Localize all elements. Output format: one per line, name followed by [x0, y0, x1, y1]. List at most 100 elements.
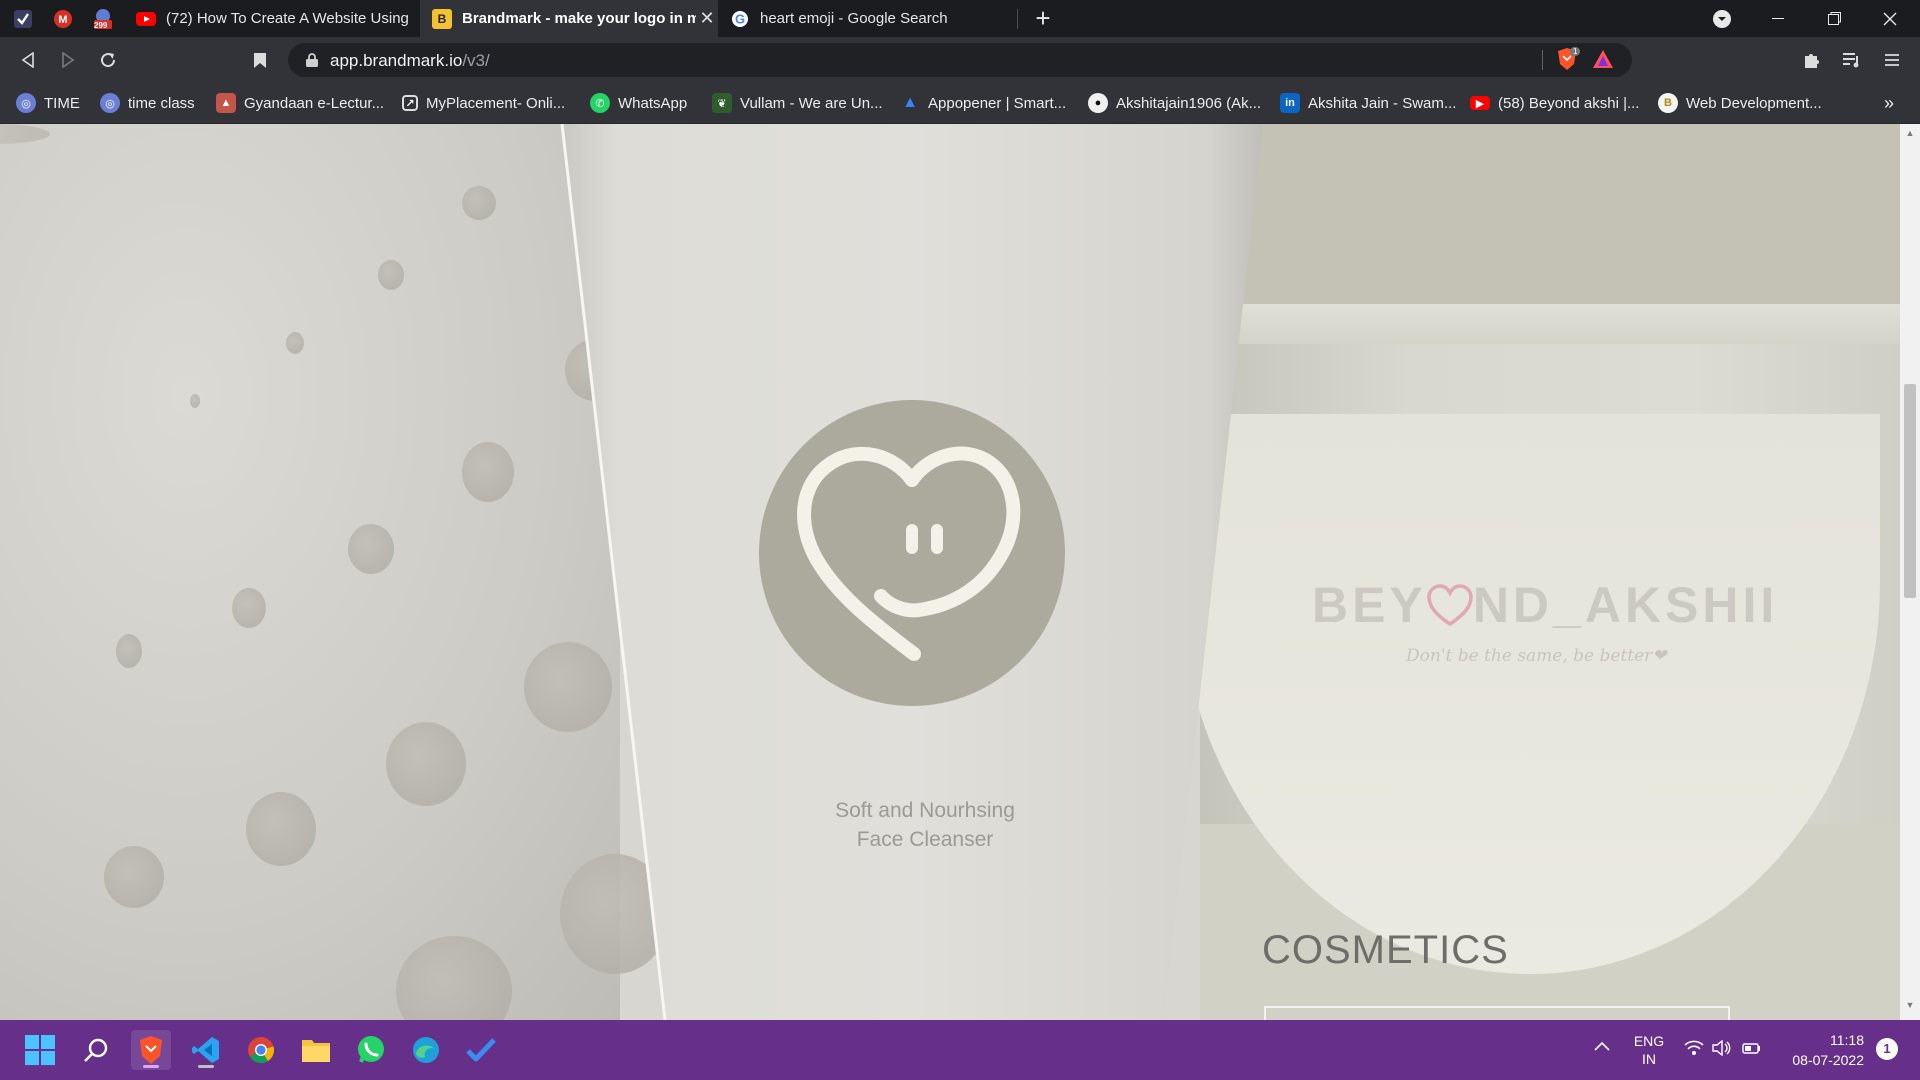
backdrop-dot: [104, 846, 164, 908]
bookmark-linkedin[interactable]: in Akshita Jain - Swam...: [1280, 83, 1456, 123]
bookmark-time-class[interactable]: ◎ time class: [100, 83, 195, 123]
bookmark-label: time class: [128, 94, 195, 112]
battery-status[interactable]: [1742, 1040, 1762, 1059]
close-window-button[interactable]: [1862, 0, 1918, 37]
brand-name-part: ND_AKSHII: [1472, 577, 1779, 633]
browser-toolbar: app.brandmark.io/v3/ 1: [0, 37, 1920, 83]
cosmetics-heading: COSMETICS: [1262, 928, 1509, 972]
brave-shields-button[interactable]: 1: [1556, 47, 1582, 73]
taskbar-todo[interactable]: [461, 1030, 501, 1070]
bookmark-vullam[interactable]: ❦ Vullam - We are Un...: [712, 83, 883, 123]
menu-button[interactable]: [1878, 46, 1906, 74]
tab-strip: M 299 (72) How To Create A Website Using…: [0, 0, 1920, 37]
brand-name-part: BEY: [1312, 577, 1427, 633]
bookmark-gyandaan[interactable]: ▲ Gyandaan e-Lectur...: [216, 83, 384, 123]
bookmark-label: Gyandaan e-Lectur...: [244, 94, 385, 112]
bookmark-time[interactable]: ◎ TIME: [16, 83, 80, 123]
caption-line: Soft and Nourhsing: [835, 799, 1015, 822]
backdrop-dot: [190, 394, 200, 408]
address-bar[interactable]: app.brandmark.io/v3/ 1: [288, 43, 1632, 77]
page-scrollbar[interactable]: ▲ ▼: [1900, 124, 1920, 1020]
start-button[interactable]: [20, 1030, 60, 1070]
taskbar-edge[interactable]: [406, 1030, 446, 1070]
extensions-button[interactable]: [1798, 46, 1826, 74]
speaker-icon: [1712, 1039, 1731, 1057]
scroll-up-arrow[interactable]: ▲: [1900, 128, 1920, 144]
running-indicator: [198, 1065, 214, 1068]
taskbar-chrome[interactable]: [241, 1030, 281, 1070]
cosmetics-label-box: [1264, 1006, 1730, 1020]
pinned-tab-todo[interactable]: [10, 6, 36, 32]
smiling-heart-icon: [797, 446, 1021, 661]
url-host: app.brandmark.io: [330, 51, 463, 70]
tab-google-search[interactable]: G heart emoji - Google Search: [718, 0, 1014, 37]
bookmark-label: Akshita Jain - Swam...: [1308, 94, 1457, 112]
backdrop-dot: [0, 124, 50, 144]
tab-youtube-website[interactable]: (72) How To Create A Website Using H: [124, 0, 414, 37]
wifi-status[interactable]: [1684, 1040, 1704, 1059]
bookmark-beyond-akshi[interactable]: ▶ (58) Beyond akshi |...: [1470, 83, 1639, 123]
bookmark-whatsapp[interactable]: ✆ WhatsApp: [590, 83, 687, 123]
back-button[interactable]: [14, 46, 42, 74]
bookmarks-overflow-button[interactable]: »: [1884, 83, 1894, 123]
external-link-icon: ↗: [402, 95, 418, 111]
start-icon: [25, 1035, 55, 1065]
pinned-tab-calendar[interactable]: 299: [90, 6, 116, 32]
language-indicator[interactable]: ENG IN: [1630, 1032, 1668, 1068]
todo-icon: [466, 1038, 496, 1062]
puzzle-icon: [1805, 54, 1819, 68]
restore-icon: [1827, 12, 1841, 25]
clock[interactable]: 11:18 08-07-2022: [1778, 1030, 1864, 1070]
bookmark-label: (58) Beyond akshi |...: [1498, 94, 1640, 112]
lock-icon: [306, 53, 318, 67]
scroll-down-arrow[interactable]: ▼: [1900, 1000, 1920, 1016]
bookmark-myplacement[interactable]: ↗ MyPlacement- Onli...: [402, 83, 565, 123]
brandmark-icon: B: [432, 8, 452, 29]
brave-rewards-button[interactable]: [1592, 49, 1616, 73]
restore-button[interactable]: [1806, 0, 1862, 37]
windows-taskbar: ENG IN 11:18 08-07-2022 1: [0, 1020, 1920, 1080]
bookmark-appopener[interactable]: ▲ Appopener | Smart...: [900, 83, 1066, 123]
forward-button[interactable]: [54, 46, 82, 74]
reload-button[interactable]: [94, 46, 122, 74]
dotted-backdrop: [0, 124, 670, 1020]
hamburger-menu-icon: [1885, 54, 1899, 66]
pinned-tab-gmail[interactable]: M: [50, 6, 76, 32]
minimize-button[interactable]: [1750, 0, 1806, 37]
volume-status[interactable]: [1712, 1039, 1732, 1059]
taskbar-vscode[interactable]: [186, 1030, 226, 1070]
minimize-icon: [1772, 17, 1784, 19]
bookmark-button[interactable]: [246, 46, 274, 74]
file-explorer-icon: [302, 1040, 330, 1062]
search-button[interactable]: [76, 1030, 116, 1070]
github-icon: ●: [1088, 93, 1108, 113]
chrome-icon: [248, 1037, 274, 1064]
shield-count-badge: 1: [1570, 47, 1581, 56]
close-icon: [1883, 12, 1897, 25]
bookmark-web-development[interactable]: B Web Development...: [1658, 83, 1822, 123]
globe-icon: ◎: [100, 93, 120, 113]
notification-badge[interactable]: 1: [1876, 1038, 1898, 1060]
back-arrow-icon: [21, 52, 34, 68]
scroll-thumb[interactable]: [1904, 384, 1916, 598]
tab-search-button[interactable]: [1694, 0, 1750, 37]
linkedin-icon: in: [1280, 93, 1300, 113]
reload-icon: [101, 53, 116, 68]
pouch-brand-name: BEY ND_AKSHII: [1312, 576, 1778, 634]
pinned-badge: 299: [94, 21, 108, 30]
taskbar-whatsapp[interactable]: [351, 1030, 391, 1070]
close-tab-button[interactable]: ✕: [696, 8, 718, 29]
bookmark-label: Appopener | Smart...: [928, 94, 1067, 112]
taskbar-brave[interactable]: [131, 1030, 171, 1070]
taskbar-file-explorer[interactable]: [296, 1030, 336, 1070]
backdrop-dot: [286, 332, 304, 354]
playlist-button[interactable]: [1838, 46, 1866, 74]
tab-brandmark[interactable]: B Brandmark - make your logo in m ✕: [420, 0, 718, 37]
new-tab-button[interactable]: +: [1015, 0, 1071, 37]
bookmark-github[interactable]: ● Akshitajain1906 (Ak...: [1088, 83, 1261, 123]
address-separator: [1542, 50, 1543, 70]
backdrop-dot: [378, 260, 404, 290]
show-hidden-icons-button[interactable]: [1594, 1038, 1610, 1056]
backdrop-dot: [462, 442, 514, 502]
vscode-icon: [192, 1037, 219, 1063]
